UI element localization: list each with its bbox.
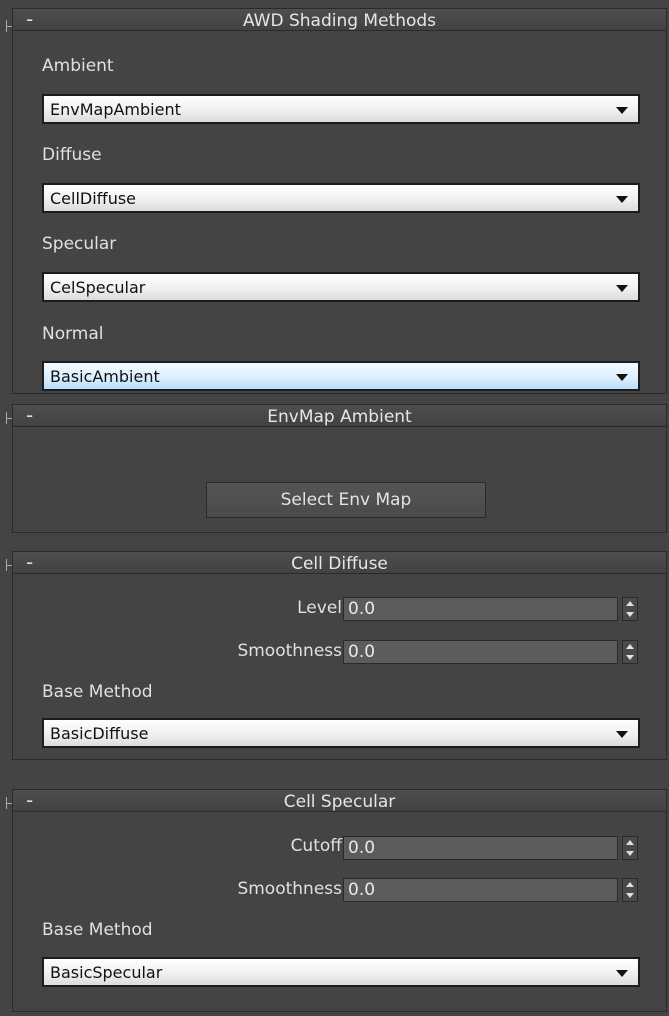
smoothness-label: Smoothness [237, 641, 342, 661]
spinner-up-icon[interactable] [626, 882, 634, 887]
spinner-up-icon[interactable] [626, 840, 634, 845]
smoothness-label: Smoothness [237, 879, 342, 899]
ambient-dropdown[interactable]: EnvMapAmbient [42, 94, 640, 124]
rollout-header[interactable]: - Cell Diffuse [12, 550, 667, 574]
rollout-title: Cell Specular [283, 792, 396, 812]
base-method-label: Base Method [42, 920, 153, 940]
normal-value: BasicAmbient [50, 367, 160, 386]
spinner-arrows-icon[interactable] [622, 878, 638, 902]
cutoff-input[interactable]: 0.0 [343, 836, 618, 860]
rollout-header[interactable]: - AWD Shading Methods [12, 7, 667, 31]
specular-dropdown[interactable]: CelSpecular [42, 272, 640, 302]
rollout-header[interactable]: - EnvMap Ambient [12, 403, 667, 427]
diffuse-base-method-dropdown[interactable]: BasicDiffuse [42, 718, 640, 748]
chevron-down-icon [616, 285, 628, 292]
rollout-title: AWD Shading Methods [242, 11, 437, 31]
rollout-header[interactable]: - Cell Specular [12, 788, 667, 812]
level-label: Level [297, 598, 342, 618]
chevron-down-icon [616, 731, 628, 738]
rollout-title: EnvMap Ambient [267, 407, 412, 427]
spinner-up-icon[interactable] [626, 601, 634, 606]
diffuse-base-method-value: BasicDiffuse [50, 724, 149, 743]
normal-dropdown[interactable]: BasicAmbient [42, 361, 640, 391]
select-env-map-button[interactable]: Select Env Map [206, 482, 486, 518]
smoothness-input[interactable]: 0.0 [343, 640, 618, 664]
rollout-title: Cell Diffuse [291, 554, 388, 574]
spinner-up-icon[interactable] [626, 644, 634, 649]
rollout-tick-vertical [6, 412, 7, 424]
level-input[interactable]: 0.0 [343, 597, 618, 621]
smoothness-input[interactable]: 0.0 [343, 878, 618, 902]
ambient-value: EnvMapAmbient [50, 100, 181, 119]
spinner-down-icon[interactable] [626, 612, 634, 617]
spinner-arrows-icon[interactable] [622, 836, 638, 860]
specular-base-method-dropdown[interactable]: BasicSpecular [42, 957, 640, 987]
chevron-down-icon [616, 970, 628, 977]
chevron-down-icon [616, 374, 628, 381]
spinner-down-icon[interactable] [626, 893, 634, 898]
specular-label: Specular [42, 234, 117, 254]
rollout-tick-vertical [6, 20, 7, 32]
specular-value: CelSpecular [50, 278, 146, 297]
normal-label: Normal [42, 324, 104, 344]
cutoff-label: Cutoff [290, 836, 342, 856]
specular-base-method-value: BasicSpecular [50, 963, 163, 982]
diffuse-dropdown[interactable]: CellDiffuse [42, 183, 640, 213]
spinner-arrows-icon[interactable] [622, 640, 638, 664]
chevron-down-icon [616, 196, 628, 203]
diffuse-value: CellDiffuse [50, 189, 137, 208]
spinner-down-icon[interactable] [626, 851, 634, 856]
rollout-tick-vertical [6, 559, 7, 571]
ambient-label: Ambient [42, 56, 114, 76]
spinner-down-icon[interactable] [626, 655, 634, 660]
base-method-label: Base Method [42, 682, 153, 702]
chevron-down-icon [616, 107, 628, 114]
spinner-arrows-icon[interactable] [622, 597, 638, 621]
diffuse-label: Diffuse [42, 145, 102, 165]
rollout-tick-vertical [6, 797, 7, 809]
